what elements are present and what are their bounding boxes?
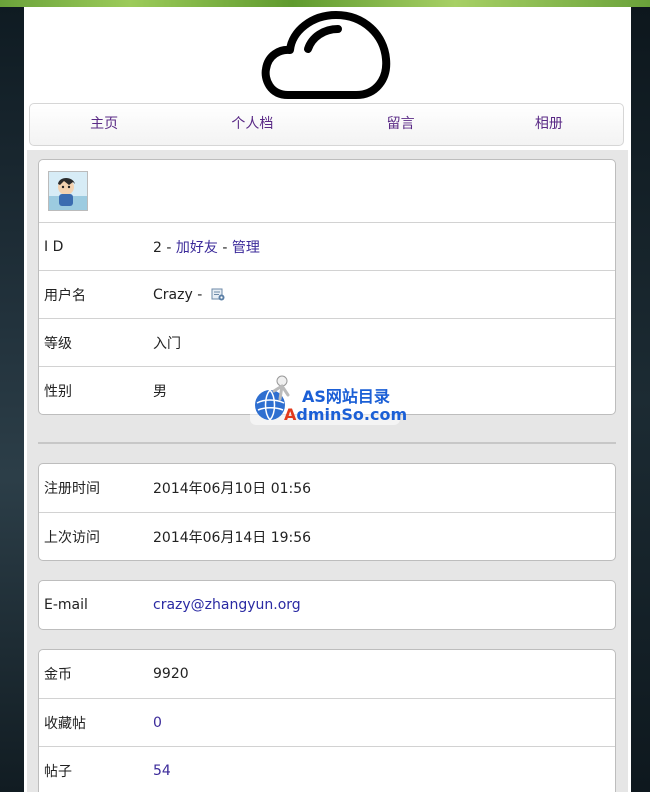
background-right <box>631 7 650 792</box>
row-posts: 帖子 54 <box>39 746 615 792</box>
contact-card: E-mail crazy@zhangyun.org <box>38 580 616 630</box>
value-id: 2 - 加好友 - 管理 <box>153 237 615 257</box>
nav-home[interactable]: 主页 <box>30 104 178 145</box>
label-gender: 性别 <box>44 383 72 400</box>
stats-card: 金币 9920 收藏帖 0 帖子 54 <box>38 649 616 792</box>
label-last-visit: 上次访问 <box>44 529 100 546</box>
label-username: 用户名 <box>44 287 86 304</box>
value-posts: 54 <box>153 763 615 779</box>
background-left <box>0 7 24 792</box>
favorites-link[interactable]: 0 <box>153 715 162 731</box>
separator: - <box>192 286 207 303</box>
value-level: 入门 <box>153 335 181 352</box>
watermark: AS网站目录 AdminSo.com <box>250 369 407 425</box>
avatar-row <box>39 160 615 222</box>
watermark-domain-rest: dminSo.com <box>296 405 408 424</box>
watermark-domain: AdminSo.com <box>284 405 407 424</box>
label-register-time: 注册时间 <box>44 481 100 497</box>
nav-messages[interactable]: 留言 <box>327 104 475 145</box>
nav-album[interactable]: 相册 <box>475 104 623 145</box>
manage-link[interactable]: 管理 <box>232 240 260 256</box>
value-last-visit: 2014年06月14日 19:56 <box>153 529 312 546</box>
nav-profile[interactable]: 个人档 <box>178 104 326 145</box>
row-favorites: 收藏帖 0 <box>39 698 615 746</box>
posts-link[interactable]: 54 <box>153 763 171 779</box>
label-coins: 金币 <box>44 667 72 683</box>
row-register-time: 注册时间 2014年06月10日 01:56 <box>39 464 615 512</box>
times-card: 注册时间 2014年06月10日 01:56 上次访问 2014年06月14日 … <box>38 463 616 561</box>
value-email: crazy@zhangyun.org <box>153 597 615 613</box>
user-id: 2 <box>153 239 162 256</box>
row-last-visit: 上次访问 2014年06月14日 19:56 <box>39 512 615 560</box>
avatar-image <box>49 172 87 210</box>
row-username: 用户名 Crazy - <box>39 270 615 318</box>
separator: - <box>217 239 232 256</box>
label-level: 等级 <box>44 335 72 352</box>
value-favorites: 0 <box>153 715 615 731</box>
watermark-domain-initial: A <box>284 405 297 424</box>
value-register-time: 2014年06月10日 01:56 <box>153 481 312 497</box>
separator: - <box>161 239 176 256</box>
main-nav: 主页 个人档 留言 相册 <box>29 103 624 146</box>
value-coins: 9920 <box>153 666 189 682</box>
row-id: I D 2 - 加好友 - 管理 <box>39 222 615 270</box>
top-strip <box>0 0 650 7</box>
email-link[interactable]: crazy@zhangyun.org <box>153 597 301 613</box>
label-id: I D <box>44 238 64 255</box>
label-posts: 帖子 <box>44 763 72 780</box>
add-friend-link[interactable]: 加好友 <box>176 240 218 256</box>
profile-content: I D 2 - 加好友 - 管理 用户名 Crazy - 等级 入门 性别 男 … <box>27 150 628 792</box>
divider <box>38 442 616 444</box>
row-coins: 金币 9920 <box>39 650 615 698</box>
edit-profile-icon[interactable] <box>211 287 225 301</box>
label-email: E-mail <box>44 597 88 613</box>
watermark-title: AS网站目录 <box>302 387 390 406</box>
value-username: Crazy - <box>153 287 615 303</box>
cloud-logo-icon[interactable] <box>260 9 394 101</box>
label-favorites: 收藏帖 <box>44 715 86 732</box>
avatar[interactable] <box>48 171 88 211</box>
row-email: E-mail crazy@zhangyun.org <box>39 581 615 629</box>
username: Crazy <box>153 286 193 303</box>
row-level: 等级 入门 <box>39 318 615 366</box>
